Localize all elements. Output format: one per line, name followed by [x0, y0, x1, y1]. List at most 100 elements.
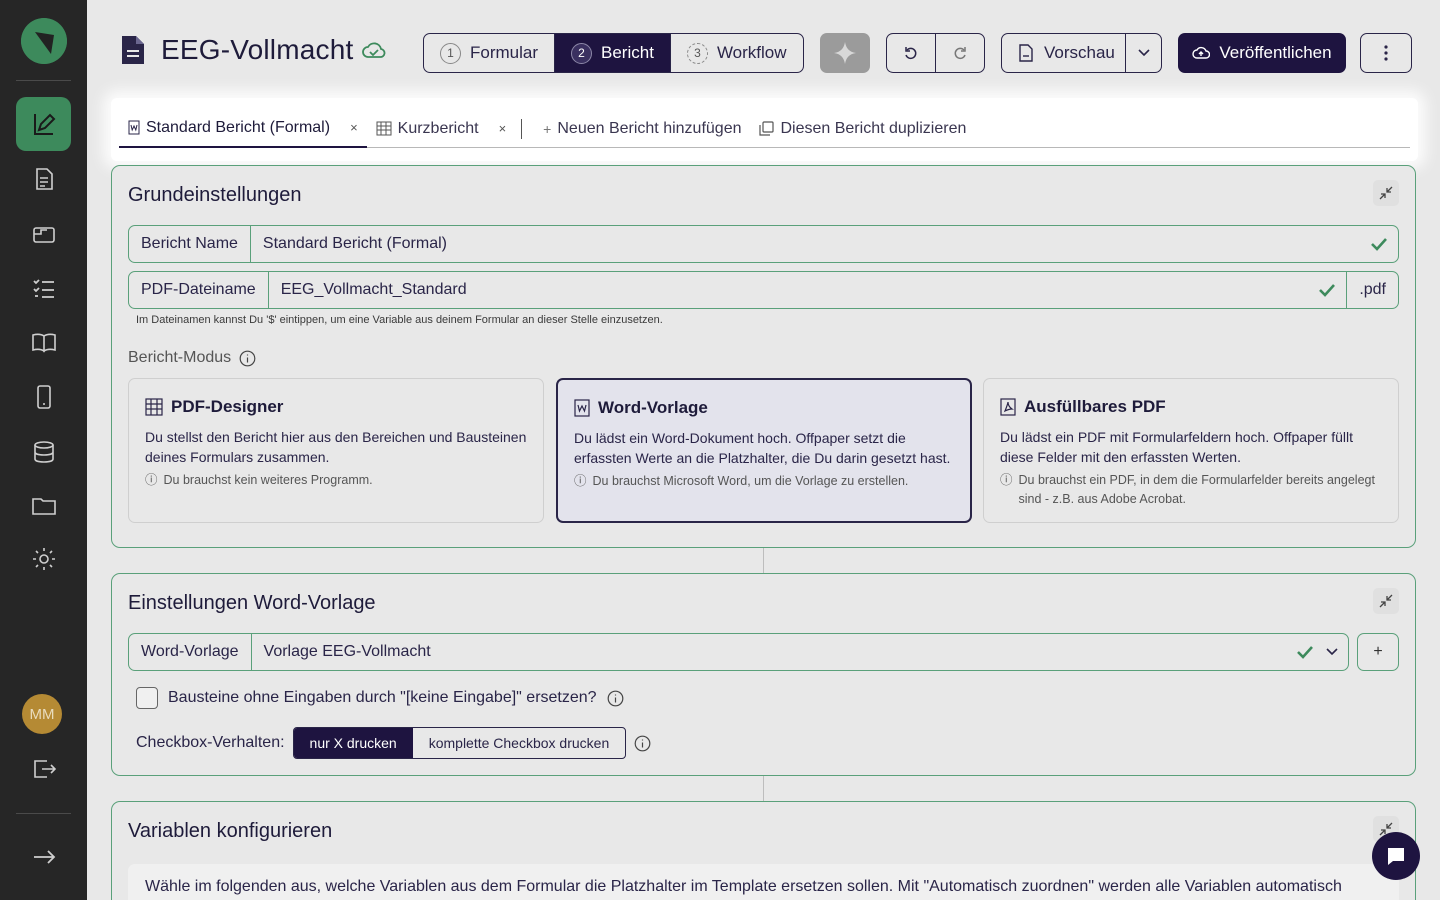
pdf-filename-input[interactable]: EEG_Vollmacht_Standard: [269, 272, 1319, 308]
more-vertical-icon: [1384, 45, 1388, 61]
word-template-value[interactable]: Vorlage EEG-Vollmacht: [252, 634, 1296, 670]
mode-description: Du stellst den Bericht hier aus den Bere…: [145, 429, 527, 465]
mode-fillable-pdf[interactable]: Ausfüllbares PDF Du lädst ein PDF mit Fo…: [983, 378, 1399, 523]
edit-form-icon: [33, 113, 55, 135]
field-label: Bericht Name: [129, 226, 251, 262]
undo-button[interactable]: [887, 34, 935, 72]
more-options-button[interactable]: [1360, 33, 1412, 73]
sidebar-divider: [16, 813, 71, 814]
word-template-settings-card: Einstellungen Word-Vorlage Word-Vorlage …: [111, 573, 1416, 776]
tab-label: Standard Bericht (Formal): [146, 118, 331, 136]
cloud-check-icon: [362, 42, 386, 58]
report-name-field: Bericht Name Standard Bericht (Formal): [128, 225, 1399, 263]
expand-sidebar-button[interactable]: [16, 830, 71, 884]
card-title: Variablen konfigurieren: [128, 820, 333, 842]
info-icon[interactable]: [634, 735, 651, 752]
tab-divider: [521, 118, 523, 139]
info-icon[interactable]: [239, 350, 256, 367]
checkbox-behavior-toggle: nur X drucken komplette Checkbox drucken: [292, 727, 627, 759]
option-full-checkbox[interactable]: komplette Checkbox drucken: [413, 728, 626, 758]
copy-icon: [759, 121, 775, 136]
sidebar-item-settings[interactable]: [16, 532, 71, 586]
inbox-icon: [32, 227, 55, 243]
word-file-icon: [128, 120, 140, 135]
close-tab-button[interactable]: ×: [499, 121, 507, 136]
word-template-select[interactable]: Word-Vorlage Vorlage EEG-Vollmacht: [128, 633, 1349, 671]
mode-note: Du brauchst ein PDF, in dem die Formular…: [1018, 473, 1375, 506]
chevron-down-icon: [1137, 49, 1150, 57]
duplicate-report-label: Diesen Bericht duplizieren: [780, 119, 967, 137]
logout-icon: [33, 760, 56, 778]
word-file-icon: [574, 399, 590, 417]
info-icon: ⓘ: [1000, 473, 1013, 487]
sidebar-item-editor[interactable]: [16, 97, 71, 151]
mode-description: Du lädst ein Word-Dokument hoch. Offpape…: [574, 430, 951, 466]
checkbox-behavior-row: Checkbox-Verhalten: nur X drucken komple…: [136, 727, 651, 759]
tab-standard-bericht[interactable]: Standard Bericht (Formal) ×: [119, 110, 367, 148]
preview-dropdown-toggle[interactable]: [1125, 34, 1161, 72]
page-title: EEG-Vollmacht: [161, 34, 354, 65]
preview-label: Vorschau: [1044, 43, 1115, 62]
mode-pdf-designer[interactable]: PDF-Designer Du stellst den Bericht hier…: [128, 378, 544, 523]
tab-label: Kurzbericht: [397, 119, 479, 137]
redo-button[interactable]: [935, 34, 984, 72]
preview-button[interactable]: Vorschau: [1001, 33, 1162, 73]
card-title: Einstellungen Word-Vorlage: [128, 592, 376, 614]
mobile-icon: [36, 385, 51, 409]
report-name-input[interactable]: Standard Bericht (Formal): [251, 226, 1370, 262]
sidebar-item-folder[interactable]: [16, 478, 71, 532]
grid-layout-icon: [145, 398, 163, 416]
folder-icon: [31, 498, 56, 515]
checkbox-label: Bausteine ohne Eingaben durch "[keine Ei…: [168, 689, 597, 706]
sidebar-item-inbox[interactable]: [16, 207, 71, 261]
add-template-button[interactable]: +: [1357, 633, 1399, 671]
gear-icon: [32, 548, 55, 570]
ai-assistant-button[interactable]: [820, 33, 870, 73]
report-tabs: Standard Bericht (Formal) × Kurzbericht …: [119, 110, 1410, 148]
book-icon: [31, 333, 56, 353]
step-number: 3: [686, 42, 708, 64]
sidebar-item-database[interactable]: [16, 425, 71, 479]
plus-icon: +: [543, 120, 552, 137]
replace-empty-option: Bausteine ohne Eingaben durch "[keine Ei…: [136, 687, 624, 709]
step-formular[interactable]: 1 Formular: [424, 34, 554, 72]
step-workflow[interactable]: 3 Workflow: [669, 34, 803, 72]
main-content: EEG-Vollmacht 1 Formular 2 Bericht 3 Workfl…: [87, 0, 1440, 900]
info-icon[interactable]: [607, 690, 624, 707]
document-icon: [122, 36, 144, 64]
add-report-button[interactable]: + Neuen Bericht hinzufügen: [534, 120, 750, 138]
preview-main[interactable]: Vorschau: [1002, 34, 1125, 72]
chat-icon: [1388, 848, 1404, 865]
sidebar-divider: [16, 80, 71, 81]
option-x-only[interactable]: nur X drucken: [293, 728, 413, 758]
database-icon: [33, 441, 54, 463]
mode-note: Du brauchst Microsoft Word, um die Vorla…: [592, 474, 909, 488]
step-bericht[interactable]: 2 Bericht: [554, 34, 670, 72]
close-tab-button[interactable]: ×: [350, 120, 358, 135]
publish-button[interactable]: Veröffentlichen: [1178, 33, 1346, 73]
logout-button[interactable]: [16, 742, 71, 796]
collapse-button[interactable]: [1373, 180, 1399, 206]
checklist-icon: [32, 279, 54, 298]
sidebar-item-checklist[interactable]: [16, 261, 71, 315]
mode-title: Ausfüllbares PDF: [1024, 397, 1166, 416]
collapse-button[interactable]: [1373, 588, 1399, 614]
replace-empty-checkbox[interactable]: [136, 687, 158, 709]
sidebar-item-reports[interactable]: [16, 152, 71, 206]
chat-button[interactable]: [1372, 832, 1420, 880]
sidebar-item-mobile[interactable]: [16, 370, 71, 424]
duplicate-report-button[interactable]: Diesen Bericht duplizieren: [750, 120, 975, 138]
avatar[interactable]: MM: [22, 694, 62, 734]
check-icon: [1371, 238, 1387, 251]
tab-kurzbericht[interactable]: Kurzbericht ×: [367, 110, 516, 148]
field-label: PDF-Dateiname: [129, 272, 269, 308]
card-title: Grundeinstellungen: [128, 184, 302, 206]
step-number: 2: [571, 42, 593, 64]
report-mode-label: Bericht-Modus: [128, 349, 256, 367]
app-logo[interactable]: [21, 18, 67, 64]
sidebar-item-docs[interactable]: [16, 315, 71, 369]
pdf-filename-field: PDF-Dateiname EEG_Vollmacht_Standard .pd…: [128, 271, 1399, 309]
cloud-upload-icon: [1192, 46, 1211, 59]
undo-icon: [905, 47, 917, 60]
mode-word-template[interactable]: Word-Vorlage Du lädst ein Word-Dokument …: [556, 378, 972, 523]
